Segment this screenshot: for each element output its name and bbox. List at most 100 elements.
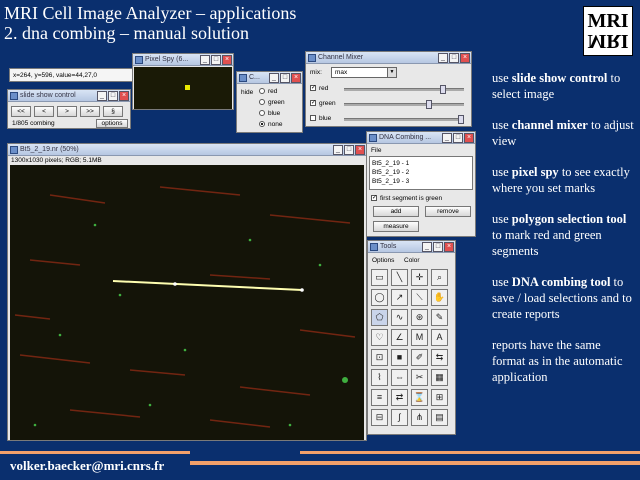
dna-combing-window[interactable]: DNA Combing ... _ □ × File Bt5_2_19 - 1 Bt… (366, 131, 476, 237)
red-checkbox[interactable]: ✓ (310, 85, 316, 92)
minimize-button[interactable]: _ (438, 53, 448, 63)
close-button[interactable]: × (444, 242, 454, 252)
polygon-tool-icon[interactable]: ⬠ (371, 309, 388, 326)
hide-channel-window[interactable]: C... _ □ × hide red green blue none (236, 71, 303, 133)
last-slide-button[interactable]: >> (80, 106, 100, 117)
tools-titlebar[interactable]: Tools _ □ × (368, 241, 455, 253)
first-segment-green-checkbox[interactable]: ✓ (371, 195, 377, 202)
layout-tool-icon[interactable]: ⊡ (371, 349, 388, 366)
close-button[interactable]: × (355, 145, 365, 155)
maximize-button[interactable]: □ (344, 145, 354, 155)
macro-tool-icon[interactable]: M (411, 329, 428, 346)
line-tool-icon[interactable]: ╲ (391, 269, 408, 286)
radio-red[interactable]: red (259, 88, 277, 95)
add-button[interactable]: add (373, 206, 419, 217)
export-tool-icon[interactable]: ⊟ (371, 409, 388, 426)
close-button[interactable]: × (460, 53, 470, 63)
radio-none[interactable]: none (259, 121, 282, 128)
list-item[interactable]: Bt5_2_19 - 1 (372, 159, 470, 168)
image-window[interactable]: Bt5_2_19.nr (50%) _ □ × 1300x1030 pixels; … (7, 143, 367, 441)
green-checkbox[interactable]: ✓ (310, 100, 316, 107)
minimize-button[interactable]: _ (200, 55, 210, 65)
diagonal-tool-icon[interactable]: ⟍ (411, 289, 428, 306)
brush-tool-icon[interactable]: ⌇ (371, 369, 388, 386)
radio-red-indicator[interactable] (259, 88, 265, 95)
angle-tool-icon[interactable]: ∠ (391, 329, 408, 346)
stack-tool-icon[interactable]: ≡ (371, 389, 388, 406)
maximize-button[interactable]: □ (211, 55, 221, 65)
pencil-tool-icon[interactable]: ✐ (411, 349, 428, 366)
channel-blue-row[interactable]: blue (310, 115, 331, 122)
slide-show-control-window[interactable]: slide show control _ □ × << < > >> § 1/805… (7, 89, 131, 129)
radio-green[interactable]: green (259, 99, 285, 106)
channel-mixer-titlebar[interactable]: Channel Mixer _ □ × (306, 52, 471, 64)
dna-combing-image[interactable] (10, 165, 364, 440)
heart-tool-icon[interactable]: ♡ (371, 329, 388, 346)
file-menu[interactable]: File (371, 147, 381, 154)
magnifier-tool-icon[interactable]: ⌕ (431, 269, 448, 286)
goto-slide-button[interactable]: § (103, 106, 123, 117)
green-slider-knob[interactable] (426, 100, 432, 109)
dna-combing-titlebar[interactable]: DNA Combing ... _ □ × (367, 132, 475, 144)
freehand-tool-icon[interactable]: ∿ (391, 309, 408, 326)
close-button[interactable]: × (119, 91, 129, 101)
close-button[interactable]: × (222, 55, 232, 65)
text-tool-icon[interactable]: A (431, 329, 448, 346)
wand-tool-icon[interactable]: ⊛ (411, 309, 428, 326)
minimize-button[interactable]: _ (333, 145, 343, 155)
options-menu[interactable]: Options (372, 257, 394, 264)
arrow-tool-icon[interactable]: ↗ (391, 289, 408, 306)
slide-show-titlebar[interactable]: slide show control _ □ × (8, 90, 130, 102)
maximize-button[interactable]: □ (453, 133, 463, 143)
close-button[interactable]: × (291, 73, 301, 83)
clip-tool-icon[interactable]: ⊞ (431, 389, 448, 406)
hand-tool-icon[interactable]: ✋ (431, 289, 448, 306)
maximize-button[interactable]: □ (449, 53, 459, 63)
list-item[interactable]: Bt5_2_19 - 2 (372, 168, 470, 177)
red-slider[interactable] (344, 85, 464, 94)
fill-tool-icon[interactable]: ■ (391, 349, 408, 366)
bars-tool-icon[interactable]: ▤ (431, 409, 448, 426)
green-slider[interactable] (344, 100, 464, 109)
close-button[interactable]: × (464, 133, 474, 143)
hourglass-tool-icon[interactable]: ⌛ (411, 389, 428, 406)
oval-tool-icon[interactable]: ◯ (371, 289, 388, 306)
color-menu[interactable]: Color (404, 257, 420, 264)
blue-slider-knob[interactable] (458, 115, 464, 124)
first-slide-button[interactable]: << (11, 106, 31, 117)
minimize-button[interactable]: _ (97, 91, 107, 101)
radio-blue-indicator[interactable] (259, 110, 265, 117)
list-item[interactable]: Bt5_2_19 - 3 (372, 177, 470, 186)
channel-red-row[interactable]: ✓ red (310, 85, 328, 92)
split-tool-icon[interactable]: ⋔ (411, 409, 428, 426)
flip-tool-icon[interactable]: ⇆ (431, 349, 448, 366)
link-tool-icon[interactable]: ⇔ (391, 369, 408, 386)
blue-checkbox[interactable] (310, 115, 316, 122)
grid-tool-icon[interactable]: ▦ (431, 369, 448, 386)
minimize-button[interactable]: _ (269, 73, 279, 83)
blue-slider[interactable] (344, 115, 464, 124)
remove-button[interactable]: remove (425, 206, 471, 217)
selection-list[interactable]: Bt5_2_19 - 1 Bt5_2_19 - 2 Bt5_2_19 - 3 (369, 156, 473, 190)
maximize-button[interactable]: □ (433, 242, 443, 252)
next-slide-button[interactable]: > (57, 106, 77, 117)
first-segment-green-row[interactable]: ✓ first segment is green (371, 195, 442, 202)
image-titlebar[interactable]: Bt5_2_19.nr (50%) _ □ × (8, 144, 366, 156)
hide-channel-titlebar[interactable]: C... _ □ × (237, 72, 302, 84)
maximize-button[interactable]: □ (280, 73, 290, 83)
transform-tool-icon[interactable]: ⇄ (391, 389, 408, 406)
mix-select[interactable]: max ▼ (331, 67, 397, 78)
rectangle-tool-icon[interactable]: ▭ (371, 269, 388, 286)
scissors-tool-icon[interactable]: ✂ (411, 369, 428, 386)
chevron-down-icon[interactable]: ▼ (387, 68, 396, 77)
dropper-tool-icon[interactable]: ✎ (431, 309, 448, 326)
pixel-spy-titlebar[interactable]: Pixel Spy (6... _ □ × (133, 54, 233, 66)
marked-segment[interactable] (112, 280, 304, 292)
pixel-spy-window[interactable]: Pixel Spy (6... _ □ × (132, 53, 234, 110)
radio-blue[interactable]: blue (259, 110, 280, 117)
radio-none-indicator[interactable] (259, 121, 265, 128)
tools-window[interactable]: Tools _ □ × Options Color ▭ ╲ ✛ ⌕ ◯ ↗ ⟍ ✋ … (367, 240, 456, 435)
previous-slide-button[interactable]: < (34, 106, 54, 117)
red-slider-knob[interactable] (440, 85, 446, 94)
crosshair-tool-icon[interactable]: ✛ (411, 269, 428, 286)
